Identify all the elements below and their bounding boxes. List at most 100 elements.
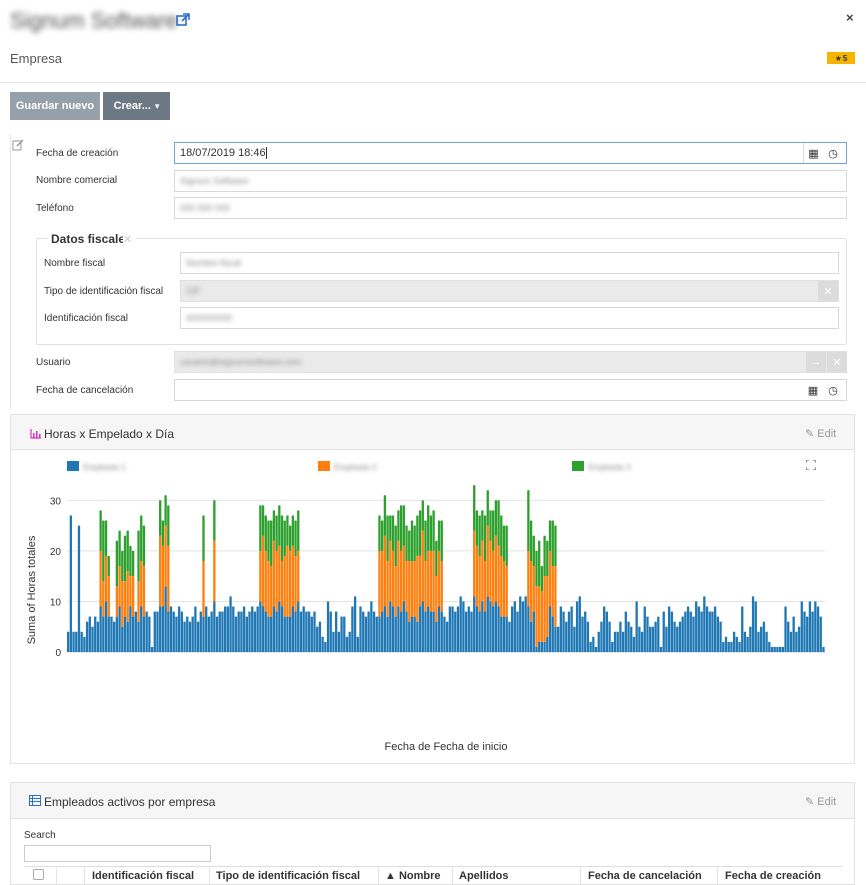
- bar-segment[interactable]: [695, 601, 698, 652]
- bar-segment[interactable]: [229, 596, 232, 652]
- bar-segment[interactable]: [765, 631, 768, 652]
- bar-segment[interactable]: [592, 636, 595, 652]
- bar-segment[interactable]: [123, 616, 127, 652]
- bar-segment[interactable]: [272, 510, 276, 541]
- bar-segment[interactable]: [418, 606, 422, 653]
- bar-segment[interactable]: [502, 525, 506, 561]
- bar-segment[interactable]: [708, 611, 711, 652]
- bar-segment[interactable]: [153, 611, 156, 652]
- bar-segment[interactable]: [800, 601, 803, 652]
- bar-segment[interactable]: [494, 601, 498, 652]
- bar-segment[interactable]: [129, 606, 132, 653]
- bar-segment[interactable]: [280, 515, 284, 562]
- bar-segment[interactable]: [102, 520, 105, 582]
- bar-segment[interactable]: [676, 626, 679, 652]
- bar-segment[interactable]: [659, 646, 663, 652]
- bar-segment[interactable]: [673, 621, 676, 652]
- bar-segment[interactable]: [787, 621, 790, 652]
- bar-segment[interactable]: [754, 601, 757, 652]
- bar-segment[interactable]: [548, 606, 552, 653]
- bar-segment[interactable]: [478, 611, 481, 652]
- bar-segment[interactable]: [464, 611, 468, 652]
- bar-segment[interactable]: [332, 631, 335, 652]
- bar-segment[interactable]: [429, 515, 433, 551]
- bar-segment[interactable]: [156, 611, 159, 652]
- remove-icon[interactable]: ✕: [827, 352, 847, 372]
- bar-segment[interactable]: [475, 545, 479, 607]
- bar-segment[interactable]: [543, 535, 546, 577]
- column-header-tipo[interactable]: Tipo de identificación fiscal: [216, 870, 360, 882]
- remove-icon[interactable]: ✕: [818, 281, 838, 301]
- bar-segment[interactable]: [481, 601, 484, 652]
- bar-segment[interactable]: [264, 611, 267, 652]
- bar-segment[interactable]: [85, 621, 89, 652]
- bar-segment[interactable]: [538, 540, 541, 587]
- bar-segment[interactable]: [548, 520, 552, 551]
- bar-segment[interactable]: [202, 561, 205, 617]
- bar-segment[interactable]: [372, 611, 376, 652]
- bar-segment[interactable]: [140, 515, 143, 562]
- bar-segment[interactable]: [378, 550, 381, 617]
- bar-segment[interactable]: [573, 626, 576, 652]
- bar-segment[interactable]: [137, 581, 140, 622]
- bar-segment[interactable]: [302, 606, 305, 653]
- bar-segment[interactable]: [795, 631, 798, 652]
- bar-segment[interactable]: [267, 561, 270, 617]
- bar-segment[interactable]: [102, 616, 105, 652]
- bar-segment[interactable]: [294, 520, 297, 556]
- bar-segment[interactable]: [586, 621, 590, 652]
- bar-segment[interactable]: [259, 550, 262, 602]
- bar-segment[interactable]: [381, 611, 384, 652]
- bar-segment[interactable]: [261, 535, 265, 607]
- bar-segment[interactable]: [394, 525, 397, 567]
- bar-segment[interactable]: [351, 606, 354, 653]
- bar-segment[interactable]: [494, 535, 498, 602]
- bar-segment[interactable]: [575, 601, 579, 652]
- bar-segment[interactable]: [551, 520, 554, 567]
- bar-segment[interactable]: [727, 641, 730, 652]
- bar-segment[interactable]: [402, 601, 405, 652]
- bar-segment[interactable]: [104, 520, 108, 556]
- bar-segment[interactable]: [286, 545, 289, 617]
- bar-segment[interactable]: [104, 555, 108, 602]
- bar-segment[interactable]: [529, 520, 533, 561]
- bar-segment[interactable]: [435, 540, 438, 577]
- bar-segment[interactable]: [126, 571, 129, 622]
- bar-segment[interactable]: [389, 515, 392, 541]
- bar-segment[interactable]: [321, 636, 324, 652]
- bar-segment[interactable]: [462, 601, 465, 652]
- bar-segment[interactable]: [275, 550, 278, 612]
- bar-segment[interactable]: [364, 616, 368, 652]
- bar-segment[interactable]: [294, 555, 297, 612]
- bar-segment[interactable]: [548, 550, 552, 607]
- bar-segment[interactable]: [386, 616, 389, 652]
- bar-segment[interactable]: [164, 495, 167, 526]
- bar-segment[interactable]: [513, 601, 516, 652]
- nombre-fiscal-input[interactable]: Nombre fiscal: [180, 252, 839, 274]
- column-header-identificacion[interactable]: Identificación fiscal: [92, 870, 194, 882]
- bar-segment[interactable]: [148, 616, 151, 652]
- bar-segment[interactable]: [126, 530, 129, 572]
- bar-segment[interactable]: [205, 606, 208, 653]
- bar-segment[interactable]: [448, 606, 452, 653]
- bar-segment[interactable]: [137, 621, 140, 652]
- telefono-input[interactable]: 000 000 000: [174, 197, 847, 219]
- bar-segment[interactable]: [446, 621, 449, 652]
- bar-segment[interactable]: [161, 606, 165, 653]
- legend-swatch[interactable]: [67, 461, 79, 471]
- bar-segment[interactable]: [345, 636, 349, 652]
- bar-segment[interactable]: [272, 606, 276, 653]
- bar-segment[interactable]: [792, 616, 795, 652]
- bar-segment[interactable]: [280, 561, 284, 607]
- bar-segment[interactable]: [232, 606, 235, 653]
- bar-segment[interactable]: [129, 576, 132, 607]
- bar-segment[interactable]: [589, 641, 592, 652]
- bar-segment[interactable]: [381, 550, 384, 612]
- bar-segment[interactable]: [603, 606, 606, 653]
- bar-segment[interactable]: [806, 616, 809, 652]
- bar-segment[interactable]: [630, 626, 633, 652]
- bar-segment[interactable]: [722, 641, 725, 652]
- bar-segment[interactable]: [126, 621, 129, 652]
- bar-segment[interactable]: [410, 561, 414, 617]
- bar-segment[interactable]: [492, 550, 495, 607]
